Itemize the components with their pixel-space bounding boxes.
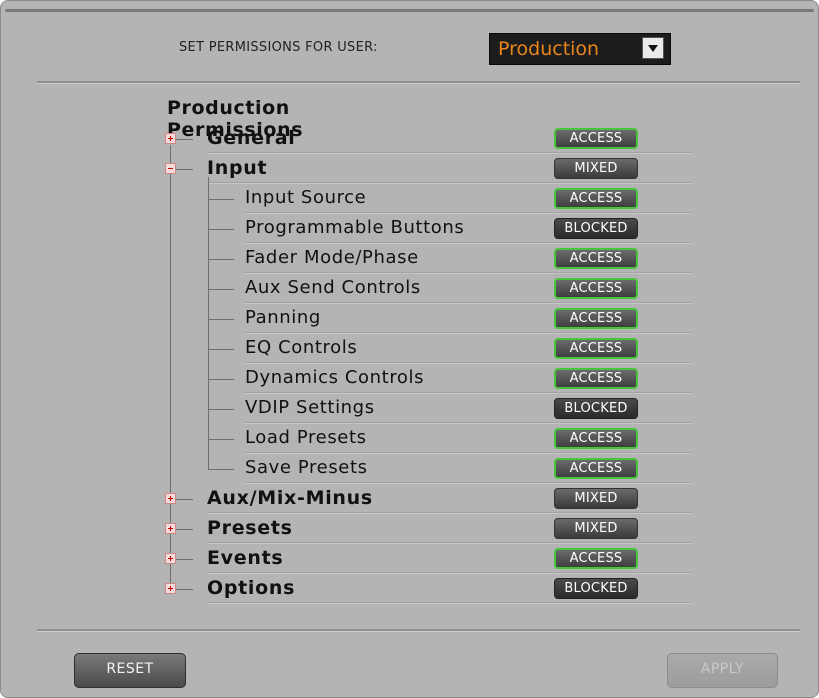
permission-label: EQ Controls xyxy=(245,337,358,358)
tree-item-eq-controls[interactable]: EQ Controls ACCESS xyxy=(1,334,819,364)
permission-state-badge[interactable]: MIXED xyxy=(554,158,638,179)
permission-label: Presets xyxy=(207,517,293,539)
permission-label: General xyxy=(207,127,296,149)
permission-state-badge[interactable]: BLOCKED xyxy=(554,218,638,239)
permission-label: VDIP Settings xyxy=(245,397,375,418)
tree-group-aux-mix-minus[interactable]: Aux/Mix-Minus MIXED xyxy=(1,484,819,514)
tree-item-vdip-settings[interactable]: VDIP Settings BLOCKED xyxy=(1,394,819,424)
user-selector-label: SET PERMISSIONS FOR USER: xyxy=(179,40,378,55)
tree-group-input[interactable]: Input MIXED xyxy=(1,154,819,184)
user-select-value: Production xyxy=(498,38,600,60)
permission-label: Load Presets xyxy=(245,427,367,448)
permission-label: Dynamics Controls xyxy=(245,367,425,388)
tree-group-general[interactable]: General ACCESS xyxy=(1,124,819,154)
permission-state-badge[interactable]: ACCESS xyxy=(554,308,638,329)
apply-button[interactable]: APPLY xyxy=(667,653,778,688)
permission-label: Aux/Mix-Minus xyxy=(207,487,373,509)
tree-item-dynamics-controls[interactable]: Dynamics Controls ACCESS xyxy=(1,364,819,394)
tree-item-save-presets[interactable]: Save Presets ACCESS xyxy=(1,454,819,484)
permission-state-badge[interactable]: ACCESS xyxy=(554,338,638,359)
header-separator xyxy=(37,81,800,84)
tree-item-panning[interactable]: Panning ACCESS xyxy=(1,304,819,334)
permissions-panel: SET PERMISSIONS FOR USER: Production Pro… xyxy=(0,0,819,698)
tree-group-presets[interactable]: Presets MIXED xyxy=(1,514,819,544)
permission-label: Programmable Buttons xyxy=(245,217,465,238)
permission-label: Input Source xyxy=(245,187,367,208)
chevron-down-icon[interactable] xyxy=(642,37,664,59)
row-divider xyxy=(206,602,693,604)
permission-label: Aux Send Controls xyxy=(245,277,421,298)
tree-item-input-source[interactable]: Input Source ACCESS xyxy=(1,184,819,214)
user-select-dropdown[interactable]: Production xyxy=(489,33,671,65)
permission-label: Fader Mode/Phase xyxy=(245,247,419,268)
permission-state-badge[interactable]: ACCESS xyxy=(554,458,638,479)
permission-state-badge[interactable]: ACCESS xyxy=(554,188,638,209)
permission-state-badge[interactable]: BLOCKED xyxy=(554,578,638,599)
permission-state-badge[interactable]: MIXED xyxy=(554,488,638,509)
tree-group-events[interactable]: Events ACCESS xyxy=(1,544,819,574)
tree-item-aux-send-controls[interactable]: Aux Send Controls ACCESS xyxy=(1,274,819,304)
permission-state-badge[interactable]: ACCESS xyxy=(554,278,638,299)
permission-label: Input xyxy=(207,157,268,179)
permission-state-badge[interactable]: ACCESS xyxy=(554,548,638,569)
permission-state-badge[interactable]: ACCESS xyxy=(554,248,638,269)
tree-group-options[interactable]: Options BLOCKED xyxy=(1,574,819,604)
user-selector-row: SET PERMISSIONS FOR USER: Production xyxy=(1,31,818,67)
permission-state-badge[interactable]: ACCESS xyxy=(554,128,638,149)
tree-branch-line xyxy=(208,177,209,469)
reset-button[interactable]: RESET xyxy=(74,653,186,688)
permission-state-badge[interactable]: ACCESS xyxy=(554,428,638,449)
permission-state-badge[interactable]: BLOCKED xyxy=(554,398,638,419)
permission-label: Panning xyxy=(245,307,321,328)
top-divider xyxy=(5,9,814,12)
footer-separator xyxy=(37,629,800,632)
tree-item-programmable-buttons[interactable]: Programmable Buttons BLOCKED xyxy=(1,214,819,244)
permission-state-badge[interactable]: ACCESS xyxy=(554,368,638,389)
permission-state-badge[interactable]: MIXED xyxy=(554,518,638,539)
permission-label: Events xyxy=(207,547,284,569)
permission-label: Options xyxy=(207,577,296,599)
permission-label: Save Presets xyxy=(245,457,368,478)
tree-item-load-presets[interactable]: Load Presets ACCESS xyxy=(1,424,819,454)
tree-item-fader-mode-phase[interactable]: Fader Mode/Phase ACCESS xyxy=(1,244,819,274)
